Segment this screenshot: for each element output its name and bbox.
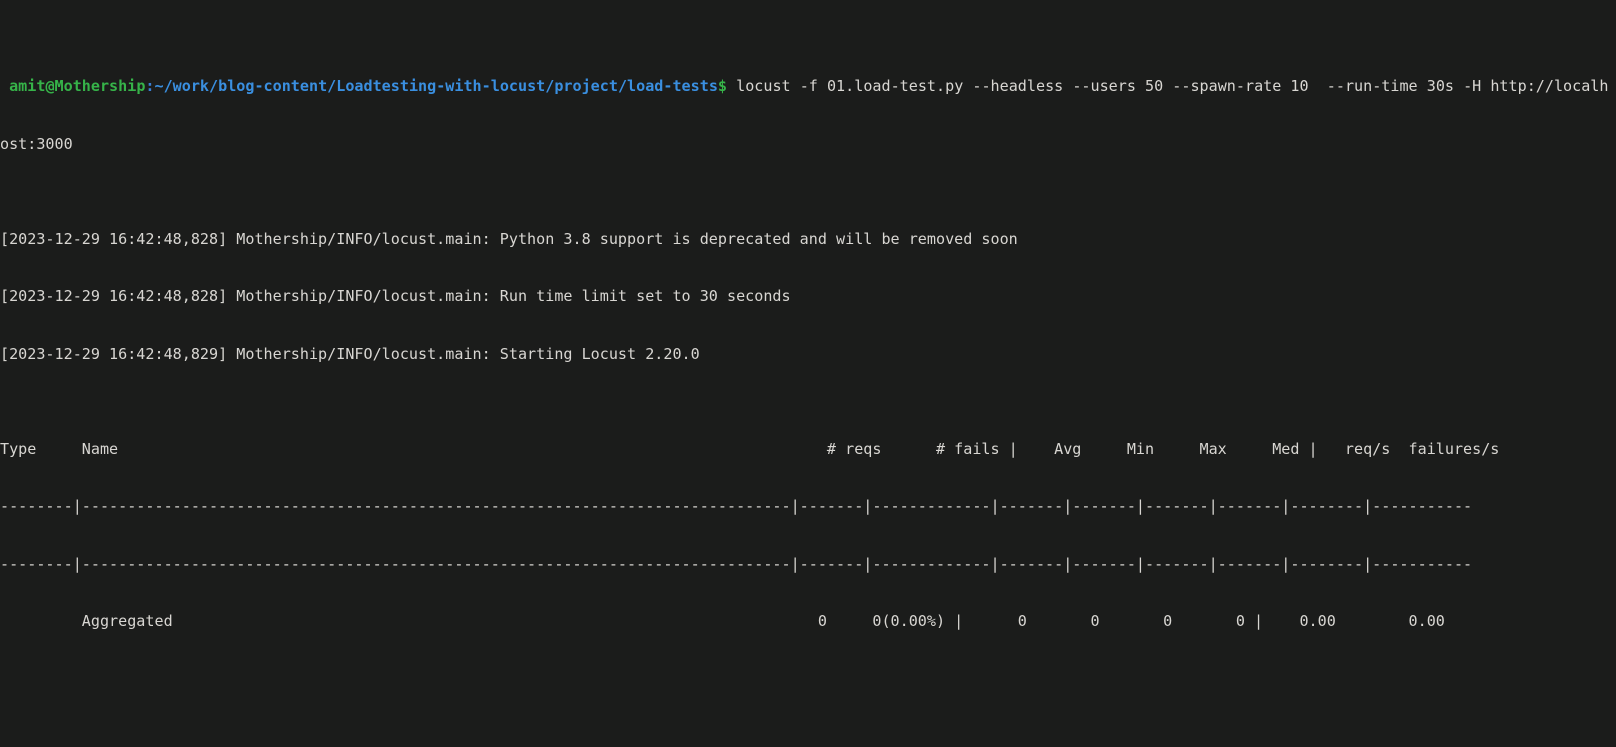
- prompt-command: locust -f 01.load-test.py --headless --u…: [727, 77, 1609, 96]
- table-header-text: Type Name # reqs # fails | Avg Min Max M…: [0, 440, 1500, 459]
- prompt-sigil: $: [717, 77, 728, 96]
- log-starting: [2023-12-29 16:42:48,829] Mothership/INF…: [0, 345, 1608, 364]
- table-separator: --------|-------------------------------…: [0, 497, 1608, 516]
- log-starting-text: [2023-12-29 16:42:48,829] Mothership/INF…: [0, 344, 700, 363]
- terminal-window[interactable]: amit@Mothership:~/work/blog-content/Load…: [0, 0, 1616, 747]
- prompt-path: ~/work/blog-content/Loadtesting-with-loc…: [154, 77, 718, 96]
- table-header: Type Name # reqs # fails | Avg Min Max M…: [0, 440, 1608, 459]
- prompt-user-host: amit@Mothership: [9, 77, 146, 96]
- prompt-command-wrap-text: ost:3000: [0, 134, 73, 153]
- terminal-screen: amit@Mothership:~/work/blog-content/Load…: [0, 0, 1608, 747]
- table-row: Aggregated 0 0(0.00%) | 0 0 0 0 | 0.00 0…: [0, 612, 1608, 631]
- prompt-line: amit@Mothership:~/work/blog-content/Load…: [0, 77, 1608, 96]
- table-row-text: Aggregated 0 0(0.00%) | 0 0 0 0 | 0.00 0…: [0, 612, 1445, 630]
- table-separator-text: --------|-------------------------------…: [0, 497, 1473, 516]
- table-separator: --------|-------------------------------…: [0, 555, 1608, 574]
- log-deprecation-text: [2023-12-29 16:42:48,828] Mothership/INF…: [0, 230, 1018, 249]
- table-separator-text: --------|-------------------------------…: [0, 554, 1473, 573]
- prompt-command-wrap: ost:3000: [0, 135, 1608, 154]
- prompt-gap: [0, 77, 9, 95]
- log-run-time-limit-text: [2023-12-29 16:42:48,828] Mothership/INF…: [0, 287, 791, 306]
- log-deprecation: [2023-12-29 16:42:48,828] Mothership/INF…: [0, 230, 1608, 249]
- log-run-time-limit: [2023-12-29 16:42:48,828] Mothership/INF…: [0, 287, 1608, 306]
- prompt-colon: :: [145, 77, 155, 96]
